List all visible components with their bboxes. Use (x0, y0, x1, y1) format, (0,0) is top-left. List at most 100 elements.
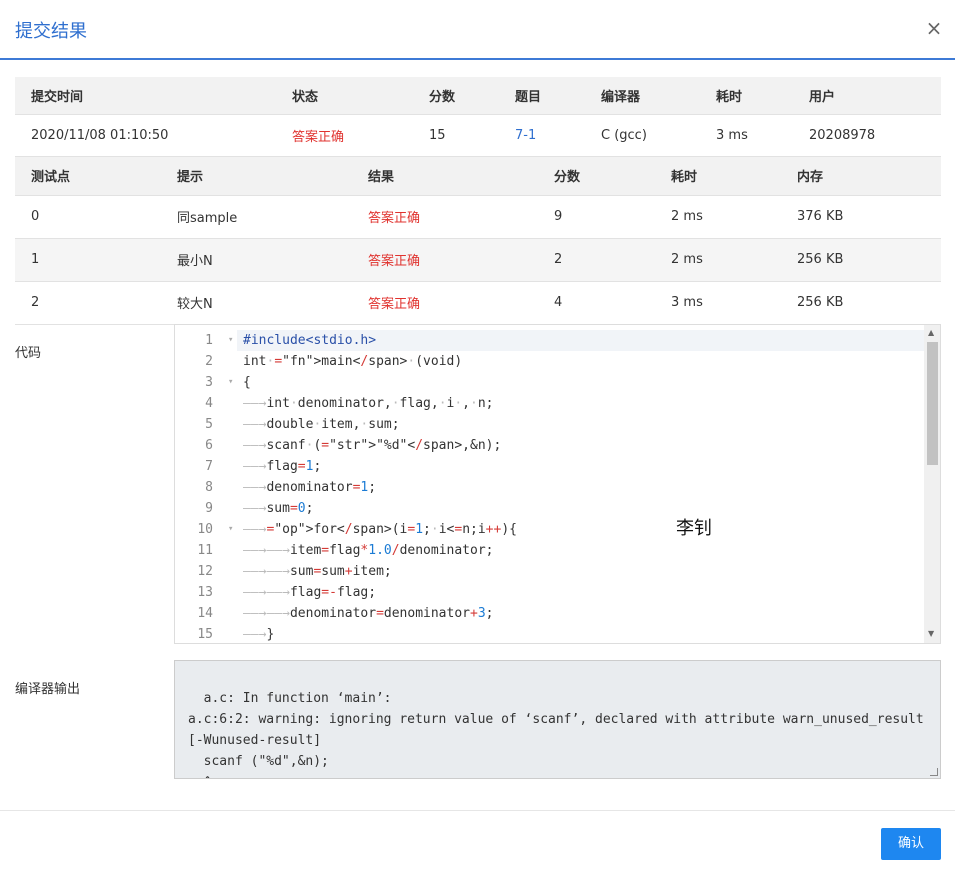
submit-time: 2020/11/08 01:10:50 (15, 114, 276, 157)
line-number: 4 (205, 396, 213, 411)
scroll-up-icon[interactable]: ▲ (928, 328, 934, 337)
col-score: 分数 (413, 77, 499, 115)
line-number: 14 (197, 606, 213, 621)
code-line: 5 ——→double·item,·sum; (175, 414, 925, 435)
code-label: 代码 (15, 346, 42, 361)
total-score: 15 (413, 114, 499, 157)
col-compiler: 编译器 (585, 77, 700, 115)
code-line: 6 ——→scanf·(="str">"%d"</span>,&n); (175, 435, 925, 456)
col-memory: 内存 (781, 157, 941, 196)
elapsed-time: 3 ms (700, 114, 793, 157)
code-scrollbar[interactable]: ▲ ▼ (924, 325, 940, 643)
code-text: int·="fn">main</span>·(void) (243, 354, 463, 369)
case-id: 0 (15, 195, 161, 239)
user-id: 20208978 (793, 114, 941, 157)
code-line: 2 int·="fn">main</span>·(void) (175, 351, 925, 372)
resize-grip-icon[interactable] (930, 768, 938, 776)
col-case-score: 分数 (538, 157, 655, 196)
code-text: ——→——→flag=-flag; (243, 585, 377, 600)
table-row: 0 同sample 答案正确 9 2 ms 376 KB (15, 195, 941, 239)
col-case-id: 测试点 (15, 157, 161, 196)
line-number: 12 (197, 564, 213, 579)
testcase-table: 测试点 提示 结果 分数 耗时 内存 0 同sample 答案正确 9 2 ms… (15, 157, 941, 325)
summary-table: 提交时间 状态 分数 题目 编译器 耗时 用户 2020/11/08 01:10… (15, 77, 941, 157)
col-user: 用户 (793, 77, 941, 115)
summary-row: 2020/11/08 01:10:50 答案正确 15 7-1 C (gcc) … (15, 114, 941, 157)
code-line: 12 ——→——→sum=sum+item; (175, 561, 925, 582)
fold-icon[interactable]: ▾ (228, 372, 233, 393)
table-row: 2 较大N 答案正确 4 3 ms 256 KB (15, 281, 941, 325)
case-time: 3 ms (655, 281, 781, 325)
case-score: 9 (538, 195, 655, 239)
code-text: { (243, 375, 251, 390)
dialog-title: 提交结果 (15, 21, 87, 42)
case-score: 2 (538, 238, 655, 282)
code-line: 7 ——→flag=1; (175, 456, 925, 477)
col-problem: 题目 (499, 77, 585, 115)
case-memory: 376 KB (781, 195, 941, 239)
code-line: 1 ▾ #include<stdio.h> (175, 330, 925, 351)
case-id: 2 (15, 281, 161, 325)
line-number: 1 (205, 333, 213, 348)
col-hint: 提示 (161, 157, 352, 196)
line-number: 15 (197, 627, 213, 642)
code-line: 14 ——→——→denominator=denominator+3; (175, 603, 925, 624)
code-text: ——→——→denominator=denominator+3; (243, 606, 494, 621)
line-number: 2 (205, 354, 213, 369)
code-line: 3 ▾ { (175, 372, 925, 393)
code-line: 10 ▾ ——→="op">for</span>(i=1;·i<=n;i++){ (175, 519, 925, 540)
problem-link[interactable]: 7-1 (499, 114, 585, 157)
code-text: ——→int·denominator,·flag,·i·,·n; (243, 396, 494, 411)
case-score: 4 (538, 281, 655, 325)
case-result: 答案正确 (352, 281, 538, 325)
case-memory: 256 KB (781, 281, 941, 325)
col-result: 结果 (352, 157, 538, 196)
compiler-output-label: 编译器输出 (15, 682, 81, 697)
code-text: #include<stdio.h> (243, 333, 377, 348)
dialog-header: 提交结果 × (0, 0, 955, 60)
status-text: 答案正确 (276, 114, 413, 157)
case-hint: 同sample (161, 195, 352, 239)
code-text: ——→flag=1; (243, 459, 322, 474)
testcase-header-row: 测试点 提示 结果 分数 耗时 内存 (15, 157, 941, 196)
scrollbar-thumb[interactable] (927, 342, 938, 465)
code-text: ——→} (243, 627, 275, 642)
line-number: 10 (197, 522, 213, 537)
line-number: 13 (197, 585, 213, 600)
code-line: 9 ——→sum=0; (175, 498, 925, 519)
col-submit-time: 提交时间 (15, 77, 276, 115)
code-line: 4 ——→int·denominator,·flag,·i·,·n; (175, 393, 925, 414)
code-text: ——→——→sum=sum+item; (243, 564, 392, 579)
case-time: 2 ms (655, 238, 781, 282)
code-line: 11 ——→——→item=flag*1.0/denominator; (175, 540, 925, 561)
line-number: 7 (205, 459, 213, 474)
case-id: 1 (15, 238, 161, 282)
confirm-button[interactable]: 确认 (881, 828, 941, 860)
code-text: ——→scanf·(="str">"%d"</span>,&n); (243, 438, 502, 453)
scroll-down-icon[interactable]: ▼ (928, 629, 934, 638)
case-time: 2 ms (655, 195, 781, 239)
code-line: 13 ——→——→flag=-flag; (175, 582, 925, 603)
code-text: ——→double·item,·sum; (243, 417, 400, 432)
line-number: 5 (205, 417, 213, 432)
close-icon[interactable]: × (924, 16, 944, 40)
col-status: 状态 (276, 77, 413, 115)
summary-header-row: 提交时间 状态 分数 题目 编译器 耗时 用户 (15, 77, 941, 115)
line-number: 11 (197, 543, 213, 558)
case-hint: 较大N (161, 281, 352, 325)
code-viewer[interactable]: 1 ▾ #include<stdio.h> 2 int·="fn">main</span… (174, 324, 941, 644)
fold-icon[interactable]: ▾ (228, 330, 233, 351)
table-row: 1 最小N 答案正确 2 2 ms 256 KB (15, 238, 941, 282)
case-memory: 256 KB (781, 238, 941, 282)
fold-icon[interactable]: ▾ (228, 519, 233, 540)
case-result: 答案正确 (352, 195, 538, 239)
case-hint: 最小N (161, 238, 352, 282)
compiler-name: C (gcc) (585, 114, 700, 157)
code-text: ——→——→item=flag*1.0/denominator; (243, 543, 494, 558)
line-number: 9 (205, 501, 213, 516)
compiler-output[interactable]: a.c: In function ‘main’: a.c:6:2: warnin… (174, 660, 941, 779)
code-text: ——→sum=0; (243, 501, 314, 516)
line-number: 6 (205, 438, 213, 453)
line-number: 3 (205, 375, 213, 390)
watermark-name: 李钊 (676, 518, 712, 539)
